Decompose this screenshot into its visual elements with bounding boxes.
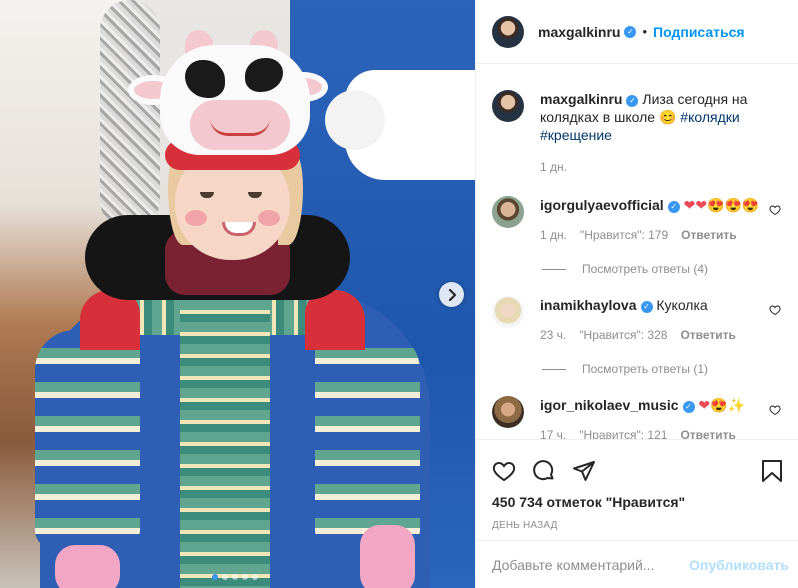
share-button[interactable] [572, 451, 612, 491]
post-photo[interactable] [0, 0, 475, 588]
caption-username[interactable]: maxgalkinru [540, 91, 622, 107]
commenter-avatar[interactable] [492, 196, 524, 228]
hashtag-link[interactable]: #крещение [540, 127, 612, 143]
comment-like-heart-icon[interactable] [769, 404, 781, 416]
post-actions: 450 734 отметок "Нравится" День назад [476, 439, 798, 531]
pink-mitten-left [55, 545, 120, 588]
paper-plane-icon [573, 461, 595, 481]
save-button[interactable] [753, 451, 783, 491]
author-username[interactable]: maxgalkinru [538, 24, 620, 40]
replies-divider [542, 368, 566, 370]
pink-mitten-right [360, 525, 415, 588]
comment-time[interactable]: 17 ч. [540, 426, 566, 439]
comment-time[interactable]: 23 ч. [540, 326, 566, 344]
reply-button[interactable]: Ответить [680, 326, 735, 344]
comment-username[interactable]: inamikhaylova [540, 297, 637, 313]
post-caption: maxgalkinru ✓ Лиза сегодня на колядках в … [492, 64, 783, 176]
comment-item: inamikhaylova ✓ Куколка 23 ч. "Нравится":… [492, 296, 783, 344]
verified-badge-icon: ✓ [640, 301, 653, 313]
chevron-right-icon [448, 288, 456, 301]
comment-text: Куколка [656, 297, 708, 313]
post-side-panel: maxgalkinru ✓ • Подписаться maxgalkinru ✓… [475, 0, 798, 588]
carousel-next-button[interactable] [439, 282, 464, 307]
verified-badge-icon: ✓ [626, 95, 639, 107]
follow-button[interactable]: Подписаться [653, 24, 745, 40]
comment-time[interactable]: 1 дн. [540, 226, 567, 244]
heart-icon [492, 461, 516, 482]
carousel-indicator [212, 574, 258, 580]
cheek-right [258, 210, 280, 226]
tinsel-decoration [100, 0, 160, 230]
comment-item: igorgulyaevofficial ✓ ❤❤😍😍😍 1 дн. "Нравит… [492, 196, 783, 244]
verified-badge-icon: ✓ [682, 401, 695, 413]
caption-avatar[interactable] [492, 90, 524, 122]
carousel-dot [242, 574, 248, 580]
comment-text: ❤😍✨ [698, 397, 745, 413]
comment-button[interactable] [532, 451, 572, 491]
view-replies-button[interactable]: Посмотреть ответы (4) [542, 262, 783, 276]
commenter-avatar[interactable] [492, 296, 524, 328]
comment-likes[interactable]: "Нравится": 328 [579, 326, 667, 344]
verified-badge-icon: ✓ [667, 201, 680, 213]
header-separator: • [642, 24, 648, 39]
dress-embroidery-vertical [180, 300, 270, 588]
comment-like-heart-icon[interactable] [769, 204, 781, 216]
post-header: maxgalkinru ✓ • Подписаться [476, 0, 798, 64]
reply-button[interactable]: Ответить [680, 426, 735, 439]
like-button[interactable] [492, 451, 532, 491]
hashtag-link[interactable]: #колядки [680, 109, 739, 125]
author-avatar[interactable] [492, 15, 524, 48]
view-replies-label: Посмотреть ответы (1) [582, 362, 709, 376]
bookmark-icon [762, 460, 782, 482]
comment-username[interactable]: igorgulyaevofficial [540, 197, 664, 213]
commenter-avatar[interactable] [492, 396, 524, 428]
publish-button[interactable]: Опубликовать [681, 557, 798, 573]
comment-likes[interactable]: "Нравится": 179 [580, 226, 668, 244]
verified-badge-icon: ✓ [624, 25, 637, 38]
comment-likes[interactable]: "Нравится": 121 [579, 426, 667, 439]
caption-time[interactable]: 1 дн. [540, 158, 783, 176]
cheek-left [185, 210, 207, 226]
add-comment-bar: Опубликовать [476, 540, 798, 588]
comments-list[interactable]: maxgalkinru ✓ Лиза сегодня на колядках в … [476, 64, 798, 439]
comment-username[interactable]: igor_nikolaev_music [540, 397, 679, 413]
view-replies-button[interactable]: Посмотреть ответы (1) [542, 362, 783, 376]
adult-glove [325, 90, 385, 150]
carousel-dot [212, 574, 218, 580]
child-left-sleeve [35, 330, 140, 550]
carousel-dot [252, 574, 258, 580]
post-time[interactable]: День назад [492, 520, 783, 531]
comment-bubble-icon [533, 460, 554, 481]
view-replies-label: Посмотреть ответы (4) [582, 262, 709, 276]
comment-item: igor_nikolaev_music ✓ ❤😍✨ 17 ч. "Нравится… [492, 396, 783, 439]
carousel-dot [222, 574, 228, 580]
carousel-dot [232, 574, 238, 580]
comment-like-heart-icon[interactable] [769, 304, 781, 316]
comment-text: ❤❤😍😍😍 [683, 197, 760, 213]
comment-input[interactable] [492, 556, 682, 573]
cow-mouth [210, 118, 270, 136]
instagram-post: maxgalkinru ✓ • Подписаться maxgalkinru ✓… [0, 0, 798, 588]
likes-count[interactable]: 450 734 отметок "Нравится" [492, 494, 783, 510]
reply-button[interactable]: Ответить [681, 226, 736, 244]
replies-divider [542, 268, 566, 270]
child-right-sleeve [315, 330, 420, 550]
